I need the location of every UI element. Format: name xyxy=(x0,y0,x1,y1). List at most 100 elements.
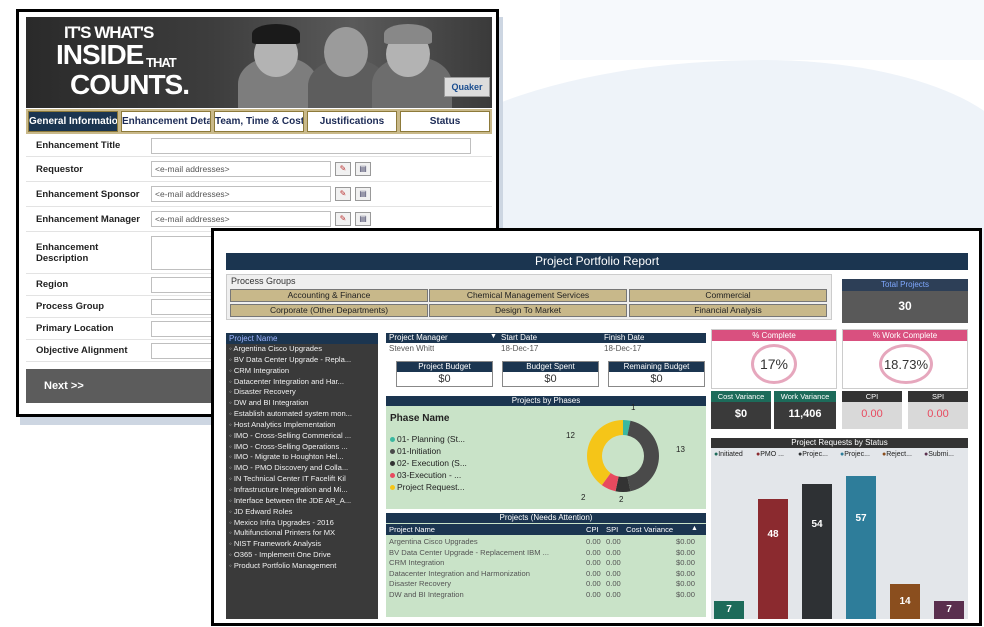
table-row[interactable]: Datacenter Integration and Harmonization… xyxy=(386,569,706,580)
requests-title: Project Requests by Status xyxy=(711,438,968,448)
address-book-icon[interactable]: ▤ xyxy=(355,162,371,176)
budget-label: Project Budget xyxy=(397,362,492,372)
project-list-item[interactable]: ◦ Datacenter Integration and Har... xyxy=(226,377,378,388)
project-list-item[interactable]: ◦ Establish automated system mon... xyxy=(226,409,378,420)
project-list-item[interactable]: ◦ Interface between the JDE AR_A... xyxy=(226,496,378,507)
tab-4[interactable]: Status xyxy=(400,111,490,132)
field-label: Enhancement Description xyxy=(36,241,99,264)
request-legend-item[interactable]: ●Initiated xyxy=(714,451,743,458)
sort-up-icon[interactable]: ▲ xyxy=(691,525,698,532)
request-legend-label: Reject... xyxy=(886,451,912,458)
project-list-label: IMO - Migrate to Houghton Hel... xyxy=(233,452,344,462)
budget-card: Remaining Budget $0 xyxy=(608,361,705,387)
donut-data-label: 13 xyxy=(676,445,685,454)
tab-1[interactable]: Enhancement Details xyxy=(121,111,211,132)
total-projects-label: Total Projects xyxy=(842,279,968,291)
donut-slice[interactable] xyxy=(587,420,623,486)
field-label: Enhancement Manager xyxy=(36,213,140,225)
request-legend-item[interactable]: ●Projec... xyxy=(798,451,828,458)
process-groups-slicer: Process Groups Accounting & Finance Chemi… xyxy=(226,274,832,320)
cpi-label: CPI xyxy=(842,391,902,402)
project-list-label: JD Edward Roles xyxy=(233,506,293,516)
table-cell: 0.00 xyxy=(586,558,601,567)
table-row[interactable]: Argentina Cisco Upgrades 0.00 0.00 $0.00 xyxy=(386,537,706,548)
project-list-item[interactable]: ◦ IN Technical Center IT Facelift Kil xyxy=(226,474,378,485)
process-group-button[interactable]: Financial Analysis xyxy=(629,304,827,317)
project-list-item[interactable]: ◦ CRM Integration xyxy=(226,366,378,377)
budget-value: $0 xyxy=(650,373,663,385)
project-list-item[interactable]: ◦ NIST Framework Analysis xyxy=(226,539,378,550)
request-bar[interactable]: 14 xyxy=(890,584,920,619)
project-list-item[interactable]: ◦ IMO - Cross-Selling Commerical ... xyxy=(226,431,378,442)
process-group-button[interactable]: Design To Market xyxy=(429,304,627,317)
request-bar[interactable]: 54 xyxy=(802,484,832,619)
attention-col-header[interactable]: Cost Variance xyxy=(626,525,673,534)
project-list-label: Disaster Recovery xyxy=(233,387,296,397)
process-group-button[interactable]: Corporate (Other Departments) xyxy=(230,304,428,317)
people-picker-input[interactable]: <e-mail addresses> xyxy=(151,186,331,202)
banner-line-3: COUNTS. xyxy=(70,69,190,100)
project-list-item[interactable]: ◦ Infrastructure Integration and Mi... xyxy=(226,485,378,496)
tab-3[interactable]: Justifications xyxy=(307,111,397,132)
project-list-item[interactable]: ◦ Argentina Cisco Upgrades xyxy=(226,344,378,355)
project-list-label: Host Analytics Implementation xyxy=(233,419,336,429)
request-legend-item[interactable]: ●Projec... xyxy=(840,451,870,458)
process-group-button[interactable]: Chemical Management Services xyxy=(429,289,627,302)
project-list-item[interactable]: ◦ JD Edward Roles xyxy=(226,507,378,518)
project-list-item[interactable]: ◦ BV Data Center Upgrade - Repla... xyxy=(226,355,378,366)
background-shape-top xyxy=(560,0,984,60)
tab-2[interactable]: Team, Time & Costs xyxy=(214,111,304,132)
attention-col-header[interactable]: SPI xyxy=(606,525,618,534)
process-group-button[interactable]: Accounting & Finance xyxy=(230,289,428,302)
request-bar[interactable]: 48 xyxy=(758,499,788,619)
donut-slice[interactable] xyxy=(627,420,659,492)
request-legend-item[interactable]: ●PMO ... xyxy=(756,451,784,458)
table-row[interactable]: CRM Integration 0.00 0.00 $0.00 xyxy=(386,558,706,569)
request-legend-item[interactable]: ●Submi... xyxy=(924,451,954,458)
project-list-label: O365 - Implement One Drive xyxy=(233,550,331,560)
table-cell: 0.00 xyxy=(586,547,601,557)
chevron-down-icon[interactable]: ▼ xyxy=(490,333,497,340)
check-names-icon[interactable]: ✎ xyxy=(335,162,351,176)
request-bar[interactable]: 7 xyxy=(714,601,744,619)
project-list-item[interactable]: ◦ IMO - Cross-Selling Operations ... xyxy=(226,442,378,453)
request-bar[interactable]: 7 xyxy=(934,601,964,619)
process-groups-label: Process Groups xyxy=(231,276,296,286)
table-row[interactable]: Disaster Recovery 0.00 0.00 $0.00 xyxy=(386,579,706,590)
work-variance-card: Work Variance 11,406 xyxy=(774,391,836,429)
finish-date-header: Finish Date xyxy=(604,333,645,342)
project-list-item[interactable]: ◦ Product Portfolio Management xyxy=(226,561,378,572)
project-list-item[interactable]: ◦ Mexico Infra Upgrades - 2016 xyxy=(226,518,378,529)
donut-data-label: 2 xyxy=(581,493,586,502)
project-list-item[interactable]: ◦ IMO - PMO Discovery and Colla... xyxy=(226,463,378,474)
project-list-item[interactable]: ◦ Disaster Recovery xyxy=(226,387,378,398)
request-legend-item[interactable]: ●Reject... xyxy=(882,451,912,458)
project-list-label: Interface between the JDE AR_A... xyxy=(233,495,352,505)
attention-col-header[interactable]: Project Name xyxy=(389,525,435,534)
project-list-item[interactable]: ◦ O365 - Implement One Drive xyxy=(226,550,378,561)
tab-0[interactable]: General Information xyxy=(28,111,118,132)
table-cell: 0.00 xyxy=(606,579,621,588)
table-row[interactable]: DW and BI Integration 0.00 0.00 $0.00 xyxy=(386,590,706,601)
table-row[interactable]: BV Data Center Upgrade - Replacement IBM… xyxy=(386,548,706,559)
check-names-icon[interactable]: ✎ xyxy=(335,212,351,226)
project-list-item[interactable]: ◦ IMO - Migrate to Houghton Hel... xyxy=(226,452,378,463)
project-list-item[interactable]: ◦ Host Analytics Implementation xyxy=(226,420,378,431)
text-field[interactable] xyxy=(151,137,471,154)
people-picker-input[interactable]: <e-mail addresses> xyxy=(151,211,331,227)
project-list-label: Mexico Infra Upgrades - 2016 xyxy=(233,517,334,527)
people-picker-input[interactable]: <e-mail addresses> xyxy=(151,161,331,177)
banner-line-2b: THAT xyxy=(146,55,177,70)
work-complete-label: % Work Complete xyxy=(843,330,967,341)
check-names-icon[interactable]: ✎ xyxy=(335,187,351,201)
address-book-icon[interactable]: ▤ xyxy=(355,187,371,201)
attention-col-header[interactable]: CPI xyxy=(586,525,599,534)
project-list-label: DW and BI Integration xyxy=(233,398,309,408)
process-group-button[interactable]: Commercial xyxy=(629,289,827,302)
project-list-item[interactable]: ◦ DW and BI Integration xyxy=(226,398,378,409)
request-bar-value: 54 xyxy=(811,519,823,530)
project-list-item[interactable]: ◦ Multifunctional Printers for MX xyxy=(226,528,378,539)
address-book-icon[interactable]: ▤ xyxy=(355,212,371,226)
field-label: Process Group xyxy=(36,301,105,312)
request-bar[interactable]: 57 xyxy=(846,476,876,619)
